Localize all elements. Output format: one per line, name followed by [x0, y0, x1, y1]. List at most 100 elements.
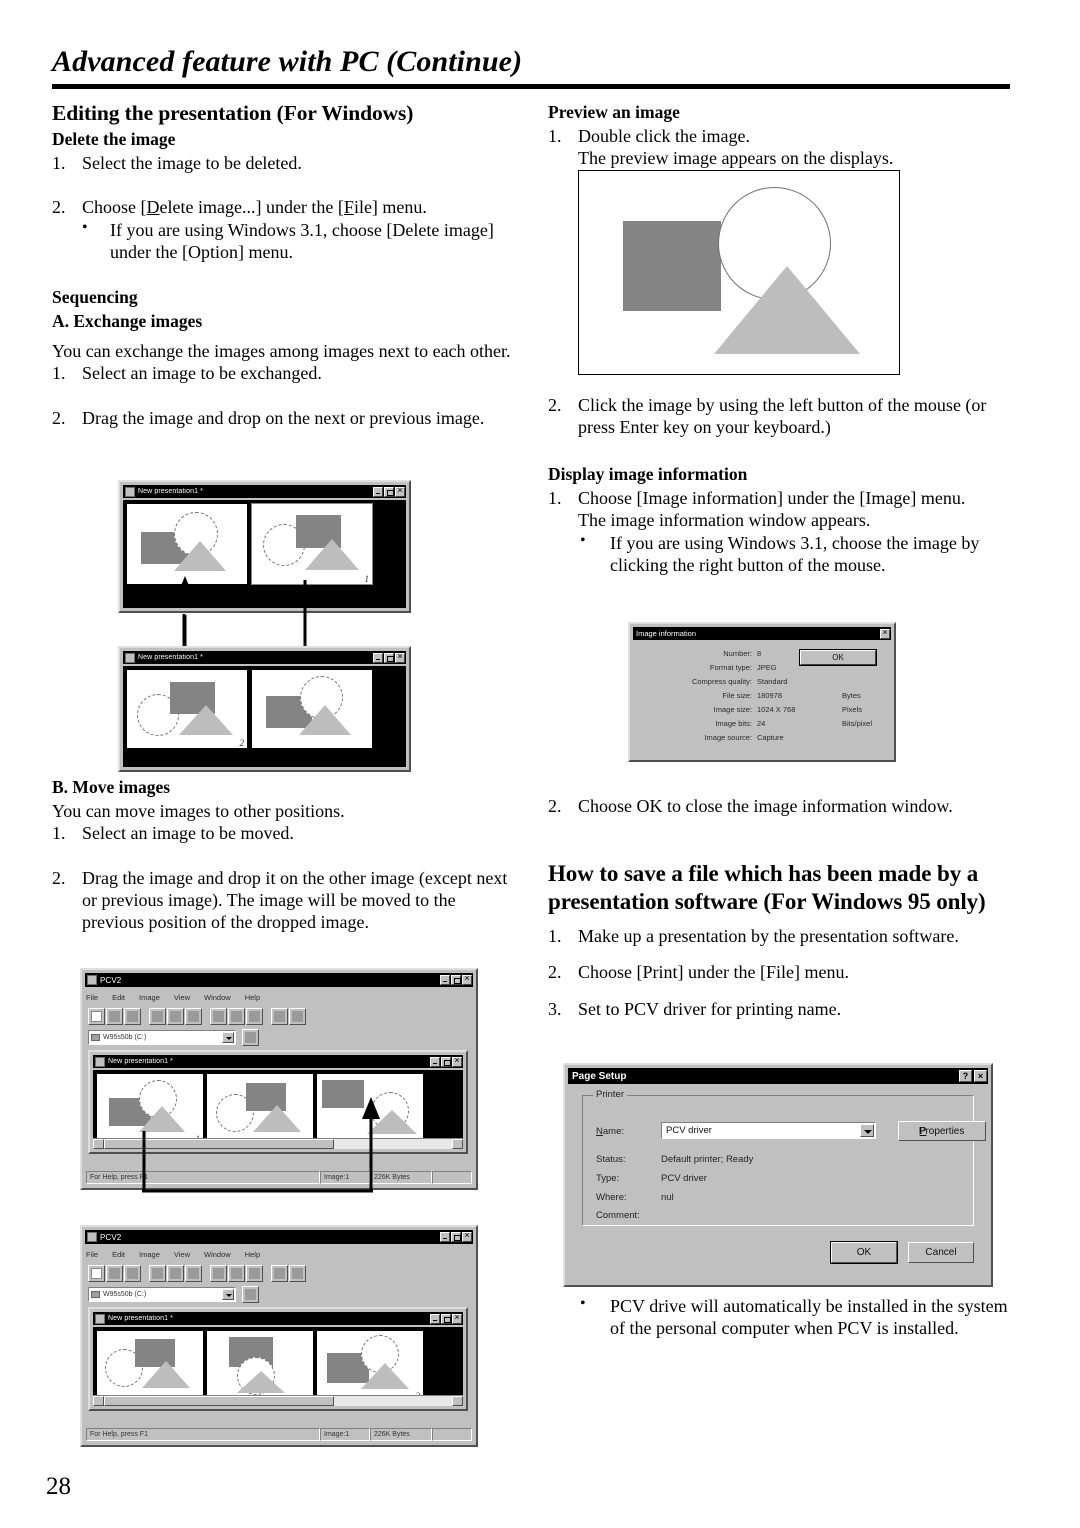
horizontal-scrollbar[interactable]	[93, 1395, 463, 1406]
drive-selector-row[interactable]: W95s50b (C:)	[88, 1029, 472, 1046]
slideshow-icon[interactable]	[246, 1264, 263, 1282]
slideshow-icon[interactable]	[246, 1007, 263, 1025]
cut-icon[interactable]	[149, 1007, 166, 1025]
minimize-button[interactable]	[373, 652, 383, 663]
cut-icon[interactable]	[149, 1264, 166, 1282]
menu-item-view[interactable]: View	[174, 993, 190, 1002]
dialog-titlebar: Image information	[633, 627, 891, 640]
system-menu-icon[interactable]	[95, 1313, 105, 1324]
menu-bar[interactable]: File Edit Image View Window Help	[86, 1247, 472, 1261]
capture-icon[interactable]	[210, 1264, 227, 1282]
pcv2-main-window[interactable]: PCV2 File Edit Image View Window Help	[80, 1225, 478, 1447]
image-information-dialog[interactable]: Image information OK Number: 8 Format ty…	[628, 622, 896, 762]
menu-item-edit[interactable]: Edit	[112, 1250, 125, 1259]
display-info-step2-block: 2. Choose OK to close the image informati…	[548, 795, 1014, 817]
slide-thumbnail[interactable]: 2	[124, 667, 250, 751]
subheading-sequencing: Sequencing	[52, 287, 138, 308]
menu-item-help[interactable]: Help	[245, 1250, 260, 1259]
presentation-child-window[interactable]: New presentation1 * ×	[88, 1307, 468, 1411]
slide-thumbnail[interactable]: 2	[314, 1328, 426, 1404]
close-button[interactable]	[395, 651, 405, 663]
dialog-title-text: Page Setup	[572, 1070, 627, 1082]
system-menu-icon[interactable]	[125, 652, 135, 663]
slide-thumbnail[interactable]	[252, 670, 372, 748]
paste-icon[interactable]	[185, 1264, 202, 1282]
shape-rectangle	[322, 1080, 364, 1108]
chevron-down-icon[interactable]	[222, 1032, 234, 1043]
where-label: Where:	[596, 1192, 627, 1203]
open-folder-icon[interactable]	[106, 1007, 123, 1025]
menu-item-file[interactable]: File	[86, 1250, 98, 1259]
menu-item-help[interactable]: Help	[245, 993, 260, 1002]
preview-icon[interactable]	[228, 1007, 245, 1025]
help-icon[interactable]	[271, 1007, 288, 1025]
minimize-button[interactable]	[440, 1232, 450, 1242]
maximize-button[interactable]	[441, 1056, 451, 1067]
menu-item-view[interactable]: View	[174, 1250, 190, 1259]
printer-name-combo[interactable]: PCV driver	[661, 1122, 876, 1139]
save-to-drive-icon[interactable]	[242, 1029, 259, 1046]
system-menu-icon[interactable]	[95, 1056, 105, 1067]
save-to-drive-icon[interactable]	[242, 1286, 259, 1303]
ok-button[interactable]: OK	[830, 1241, 898, 1264]
system-menu-icon[interactable]	[87, 975, 97, 985]
menu-item-edit[interactable]: Edit	[112, 993, 125, 1002]
toolbar[interactable]	[88, 1006, 472, 1026]
chevron-down-icon[interactable]	[860, 1124, 874, 1137]
close-button[interactable]	[462, 973, 472, 985]
scrollbar-thumb[interactable]	[104, 1396, 334, 1406]
save-icon[interactable]	[124, 1007, 141, 1025]
scrollbar-track[interactable]	[334, 1396, 452, 1406]
close-button[interactable]	[880, 627, 890, 639]
menu-bar[interactable]: File Edit Image View Window Help	[86, 990, 472, 1004]
cancel-button[interactable]: Cancel	[908, 1242, 974, 1263]
toolbar[interactable]	[88, 1263, 472, 1283]
slide-thumbnail[interactable]	[207, 1331, 313, 1401]
menu-item-image[interactable]: Image	[139, 993, 160, 1002]
scroll-right-button[interactable]	[452, 1396, 463, 1406]
scroll-left-button[interactable]	[93, 1396, 104, 1406]
open-folder-icon[interactable]	[106, 1264, 123, 1282]
window-title-text: PCV2	[100, 1232, 122, 1242]
copy-icon[interactable]	[167, 1007, 184, 1025]
capture-icon[interactable]	[210, 1007, 227, 1025]
printer-name-value: PCV driver	[666, 1125, 712, 1136]
slide-thumbnail[interactable]	[97, 1331, 203, 1401]
figure-exchange-images: New presentation1 * × 1 New presentation…	[118, 480, 418, 772]
maximize-button[interactable]	[384, 652, 394, 663]
close-button[interactable]	[452, 1312, 462, 1324]
maximize-button[interactable]	[451, 975, 461, 985]
drive-selector-row[interactable]: W95s50b (C:)	[88, 1286, 472, 1303]
help-icon[interactable]	[271, 1264, 288, 1282]
maximize-button[interactable]	[441, 1313, 451, 1324]
page-setup-dialog[interactable]: Page Setup ? × Printer Name: PCV driver …	[563, 1063, 993, 1287]
name-label: Name:	[596, 1126, 624, 1137]
section-heading-editing: Editing the presentation (For Windows)	[52, 101, 414, 125]
menu-item-window[interactable]: Window	[204, 1250, 231, 1259]
presentation-window[interactable]: New presentation1 * 2	[118, 646, 411, 772]
close-button[interactable]: ×	[974, 1070, 987, 1082]
help-button[interactable]: ?	[959, 1070, 972, 1082]
about-icon[interactable]	[289, 1264, 306, 1282]
about-icon[interactable]	[289, 1007, 306, 1025]
paste-icon[interactable]	[185, 1007, 202, 1025]
menu-item-image[interactable]: Image	[139, 1250, 160, 1259]
drive-combo-box[interactable]: W95s50b (C:)	[88, 1030, 236, 1045]
minimize-button[interactable]	[430, 1313, 440, 1324]
drive-combo-box[interactable]: W95s50b (C:)	[88, 1287, 236, 1302]
minimize-button[interactable]	[430, 1056, 440, 1067]
menu-item-window[interactable]: Window	[204, 993, 231, 1002]
menu-item-file[interactable]: File	[86, 993, 98, 1002]
copy-icon[interactable]	[167, 1264, 184, 1282]
close-button[interactable]	[452, 1055, 462, 1067]
maximize-button[interactable]	[451, 1232, 461, 1242]
properties-button[interactable]: P Properties	[898, 1121, 986, 1141]
preview-icon[interactable]	[228, 1264, 245, 1282]
chevron-down-icon[interactable]	[222, 1289, 234, 1300]
system-menu-icon[interactable]	[87, 1232, 97, 1242]
save-icon[interactable]	[124, 1264, 141, 1282]
new-file-icon[interactable]	[88, 1007, 105, 1025]
close-button[interactable]	[462, 1230, 472, 1242]
new-file-icon[interactable]	[88, 1264, 105, 1282]
minimize-button[interactable]	[440, 975, 450, 985]
